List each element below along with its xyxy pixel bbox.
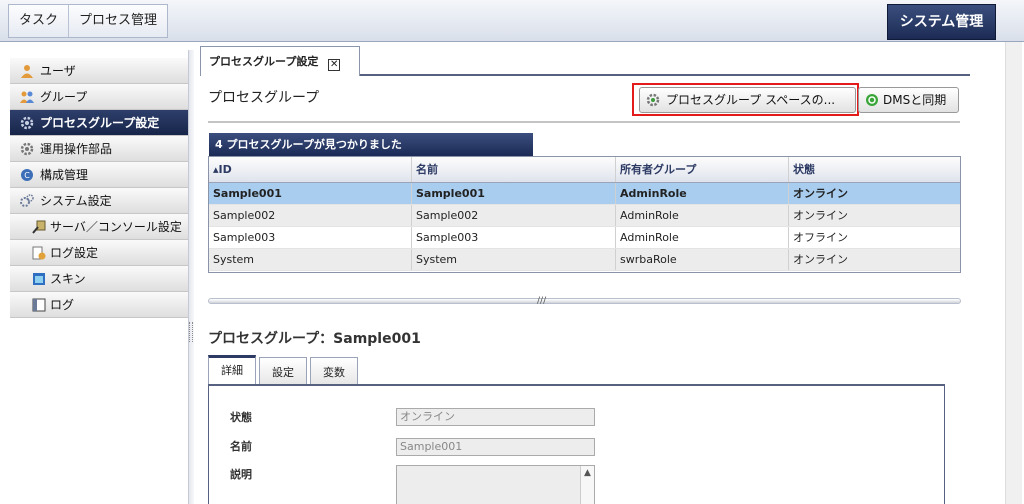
user-icon (21, 65, 33, 78)
sidebar-item-label: 運用操作部品 (40, 142, 113, 156)
sidebar-item-label: スキン (50, 272, 86, 286)
sidebar-item-user[interactable]: ユーザ (10, 58, 188, 84)
column-label: ID (218, 163, 232, 176)
column-header-id[interactable]: ▴ID (209, 157, 412, 182)
button-label: DMSと同期 (883, 93, 947, 107)
table-cell: Sample001 (412, 183, 616, 204)
sidebar-item-process-group-settings[interactable]: プロセスグループ設定 (10, 110, 188, 136)
column-header-owner-group[interactable]: 所有者グループ (616, 157, 789, 182)
table-cell: オンライン (793, 253, 848, 266)
log-icon (32, 298, 46, 312)
scroll-up-icon[interactable]: ▲ (580, 466, 594, 504)
table-row[interactable]: Sample002 Sample002 AdminRole オンライン (209, 205, 960, 227)
sidebar-item-server-console-settings[interactable]: サーバ／コンソール設定 (10, 214, 188, 240)
table-cell: AdminRole (616, 227, 789, 248)
settings-icon (20, 194, 34, 207)
sidebar-resize-handle[interactable] (189, 322, 193, 342)
tab-label: プロセスグループ設定 (209, 55, 319, 68)
table-cell: Sample003 (209, 227, 412, 248)
table-cell: AdminRole (616, 183, 789, 204)
system-management-button[interactable]: システム管理 (887, 4, 996, 40)
sidebar-item-skin[interactable]: スキン (10, 266, 188, 292)
sidebar-item-label: 構成管理 (40, 168, 89, 182)
status-field: オンライン (396, 408, 595, 426)
table-row[interactable]: Sample003 Sample003 AdminRole オフライン (209, 227, 960, 249)
sidebar-item-operation-parts[interactable]: 運用操作部品 (10, 136, 188, 162)
sidebar-item-label: ログ (50, 298, 75, 312)
sync-icon (866, 94, 878, 106)
menu-task[interactable]: タスク (9, 5, 70, 37)
gear-icon (20, 142, 34, 156)
close-icon[interactable]: ✕ (328, 59, 341, 71)
splitter-grip-icon: /// (537, 296, 547, 306)
table-cell: swrbaRole (616, 249, 789, 270)
dms-sync-button[interactable]: DMSと同期 (858, 87, 959, 113)
divider (208, 121, 960, 123)
tab-bar: プロセスグループ設定 ✕ (200, 46, 970, 76)
sidebar-item-log-settings[interactable]: ログ設定 (10, 240, 188, 266)
sidebar-item-system-settings[interactable]: システム設定 (10, 188, 188, 214)
sidebar-item-group[interactable]: グループ (10, 84, 188, 110)
server-icon (32, 220, 46, 234)
top-bar: タスク プロセス管理 システム管理 (0, 0, 1024, 42)
description-field[interactable]: ▲ (396, 465, 595, 504)
right-scrollbar[interactable] (1005, 42, 1022, 504)
pane-splitter[interactable]: /// (208, 296, 961, 306)
process-group-icon (20, 116, 34, 130)
table-cell: System (209, 249, 412, 270)
sidebar-item-label: システム設定 (40, 194, 112, 208)
column-header-status[interactable]: 状態 (789, 157, 960, 182)
svg-text:C: C (24, 171, 30, 180)
sidebar-item-label: プロセスグループ設定 (40, 116, 160, 130)
table-header: ▴ID 名前 所有者グループ 状態 (209, 157, 960, 183)
detail-title: プロセスグループ：Sample001 (208, 331, 421, 347)
tab-settings[interactable]: 設定 (259, 357, 307, 385)
sidebar-resize-bar[interactable] (188, 50, 194, 504)
top-menu: タスク プロセス管理 (8, 4, 169, 38)
description-label: 説明 (230, 468, 252, 481)
skin-icon (33, 273, 45, 285)
tab-process-group-settings[interactable]: プロセスグループ設定 ✕ (200, 46, 360, 76)
table-cell: オフライン (793, 231, 848, 244)
section-title: プロセスグループ (208, 90, 320, 106)
table-cell: オンライン (793, 187, 848, 200)
tab-variables[interactable]: 変数 (310, 357, 358, 385)
sidebar-item-label: グループ (40, 90, 88, 104)
column-header-name[interactable]: 名前 (412, 157, 616, 182)
sidebar-item-label: ユーザ (40, 64, 76, 78)
config-icon: C (21, 169, 33, 181)
table-cell: System (412, 249, 616, 270)
sidebar-item-label: サーバ／コンソール設定 (50, 220, 182, 234)
table-cell: Sample003 (412, 227, 616, 248)
table-cell: Sample002 (412, 205, 616, 226)
sidebar: ユーザ グループ プロセスグループ設定 運用操作部品 C 構成管理 システム設定… (10, 58, 188, 318)
name-label: 名前 (230, 440, 252, 453)
group-icon (20, 91, 34, 103)
log-settings-icon (32, 246, 46, 260)
sidebar-item-label: ログ設定 (50, 246, 99, 260)
result-count-banner: 4 プロセスグループが見つかりました (209, 133, 533, 156)
table-row[interactable]: Sample001 Sample001 AdminRole オンライン (209, 183, 960, 205)
name-field: Sample001 (396, 438, 595, 456)
highlight-box (632, 83, 859, 116)
process-group-table: ▴ID 名前 所有者グループ 状態 Sample001 Sample001 Ad… (208, 156, 961, 273)
table-cell: Sample002 (209, 205, 412, 226)
table-cell: オンライン (793, 209, 848, 222)
table-cell: AdminRole (616, 205, 789, 226)
table-row[interactable]: System System swrbaRole オンライン (209, 249, 960, 271)
sidebar-item-log[interactable]: ログ (10, 292, 188, 318)
tab-details[interactable]: 詳細 (208, 355, 256, 385)
status-label: 状態 (230, 411, 252, 424)
menu-process-management[interactable]: プロセス管理 (69, 5, 167, 37)
table-cell: Sample001 (209, 183, 412, 204)
sidebar-item-config-management[interactable]: C 構成管理 (10, 162, 188, 188)
